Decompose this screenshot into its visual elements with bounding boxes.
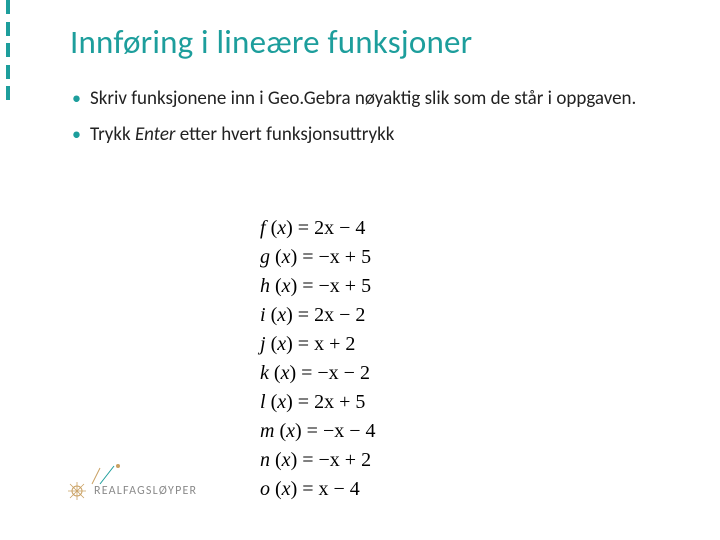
slide-title: Innføring i lineære funksjoner	[70, 22, 680, 62]
slide-content: Innføring i lineære funksjoner Skriv fun…	[70, 22, 680, 157]
bullet-item: Trykk Enter etter hvert funksjonsuttrykk	[70, 122, 680, 148]
equation: o (x) = x − 4	[260, 476, 376, 503]
left-accent	[6, 0, 10, 100]
bullet-emphasis: Enter	[135, 123, 175, 146]
logo-lines-icon	[90, 464, 124, 486]
equation-list: f (x) = 2x − 4 g (x) = −x + 5 h (x) = −x…	[260, 215, 376, 505]
bullet-list: Skriv funksjonene inn i Geo.Gebra nøyakt…	[70, 86, 680, 147]
equation: h (x) = −x + 5	[260, 273, 376, 300]
equation: l (x) = 2x + 5	[260, 389, 376, 416]
bullet-text: etter hvert funksjonsuttrykk	[175, 123, 394, 146]
logo-text: REALFAGSLØYPER	[94, 484, 197, 498]
equation: n (x) = −x + 2	[260, 447, 376, 474]
footer-logo: REALFAGSLØYPER	[68, 482, 197, 500]
bullet-item: Skriv funksjonene inn i Geo.Gebra nøyakt…	[70, 86, 680, 112]
bullet-text: Trykk	[90, 123, 135, 146]
equation: i (x) = 2x − 2	[260, 302, 376, 329]
equation: j (x) = x + 2	[260, 331, 376, 358]
slide: Innføring i lineære funksjoner Skriv fun…	[0, 0, 720, 540]
equation: f (x) = 2x − 4	[260, 215, 376, 242]
logo-mark-icon	[68, 482, 86, 500]
equation: m (x) = −x − 4	[260, 418, 376, 445]
equation: g (x) = −x + 5	[260, 244, 376, 271]
bullet-text: Skriv funksjonene inn i Geo.Gebra nøyakt…	[90, 87, 636, 110]
equation: k (x) = −x − 2	[260, 360, 376, 387]
